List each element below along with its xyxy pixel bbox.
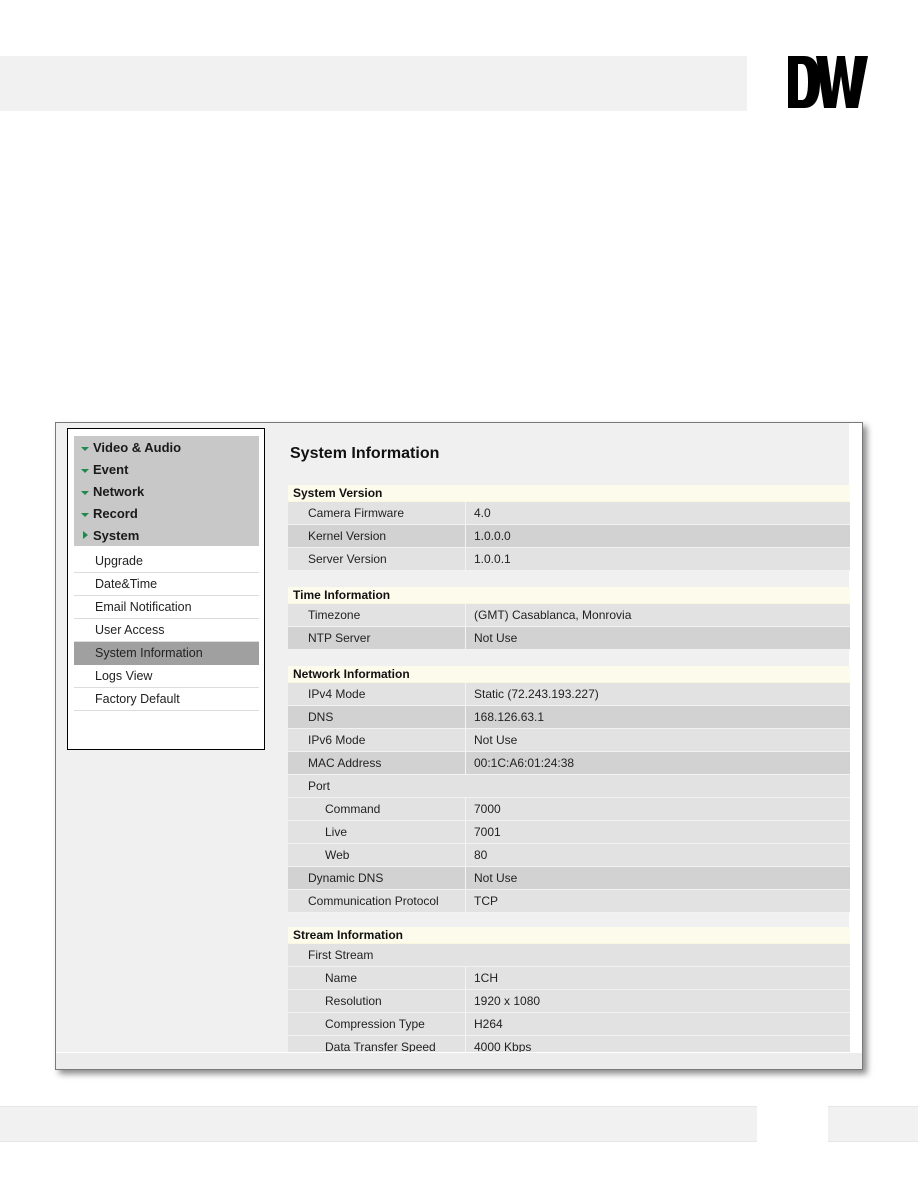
row-key: NTP Server	[288, 627, 466, 649]
submenu-item-user-access[interactable]: User Access	[74, 619, 259, 642]
row-value: 1CH	[474, 971, 499, 985]
header-band	[0, 56, 747, 111]
footer-band-right	[828, 1106, 918, 1142]
section-header: System Version	[288, 485, 850, 502]
row-value: TCP	[474, 894, 498, 908]
menu-group-record[interactable]: Record	[74, 502, 259, 524]
info-row: IPv4 Mode Static (72.243.193.227)	[288, 683, 850, 706]
info-row: Camera Firmware 4.0	[288, 502, 850, 525]
menu-group-network[interactable]: Network	[74, 480, 259, 502]
time-information-section: Time Information Timezone (GMT) Casablanc…	[288, 587, 850, 650]
submenu-item-email-notification[interactable]: Email Notification	[74, 596, 259, 619]
row-key: MAC Address	[288, 752, 466, 774]
row-key: IPv4 Mode	[288, 683, 466, 705]
row-key: Command	[288, 798, 466, 820]
system-submenu: Upgrade Date&Time Email Notification Use…	[74, 550, 259, 711]
info-row: Communication Protocol TCP	[288, 890, 850, 913]
row-value: Static (72.243.193.227)	[474, 687, 599, 701]
info-row: Server Version 1.0.0.1	[288, 548, 850, 571]
section-header: Stream Information	[288, 927, 850, 944]
stream-information-section: Stream Information First Stream Name 1CH …	[288, 927, 850, 1059]
row-value: Not Use	[474, 733, 518, 747]
submenu-item-date-time[interactable]: Date&Time	[74, 573, 259, 596]
info-row: Compression Type H264	[288, 1013, 850, 1036]
row-value: 00:1C:A6:01:24:38	[474, 756, 575, 770]
info-row: Live 7001	[288, 821, 850, 844]
row-key: Timezone	[288, 604, 466, 626]
sidebar-menu: Video & Audio Event Network Record Syste…	[67, 428, 265, 750]
row-key: Port	[308, 779, 331, 793]
menu-group-label: System	[93, 527, 140, 543]
submenu-item-system-information[interactable]: System Information	[74, 642, 259, 665]
row-key: Web	[288, 844, 466, 866]
triangle-down-icon	[77, 443, 93, 451]
network-information-section: Network Information IPv4 Mode Static (72.…	[288, 666, 850, 913]
row-value: 7000	[474, 802, 501, 816]
row-value: 1920 x 1080	[474, 994, 541, 1008]
info-row: DNS 168.126.63.1	[288, 706, 850, 729]
menu-group-label: Event	[93, 461, 129, 477]
info-row: Command 7000	[288, 798, 850, 821]
menu-group-label: Network	[93, 483, 145, 499]
frame-bottom-strip	[56, 1052, 862, 1069]
info-row: MAC Address 00:1C:A6:01:24:38	[288, 752, 850, 775]
info-row: Kernel Version 1.0.0.0	[288, 525, 850, 548]
triangle-right-icon	[77, 531, 93, 539]
row-key: Communication Protocol	[288, 890, 466, 912]
submenu-item-logs-view[interactable]: Logs View	[74, 665, 259, 688]
row-key: First Stream	[308, 948, 374, 962]
row-key: Camera Firmware	[288, 502, 466, 524]
frame-right-margin	[849, 423, 862, 1053]
row-value: (GMT) Casablanca, Monrovia	[474, 608, 632, 622]
section-header: Time Information	[288, 587, 850, 604]
info-row: NTP Server Not Use	[288, 627, 850, 650]
info-row: Resolution 1920 x 1080	[288, 990, 850, 1013]
row-value: 7001	[474, 825, 501, 839]
dw-logo	[788, 56, 868, 108]
info-row-group: First Stream	[288, 944, 850, 967]
row-key: Server Version	[288, 548, 466, 570]
info-row-group: Port	[288, 775, 850, 798]
screenshot-frame: Video & Audio Event Network Record Syste…	[55, 422, 863, 1070]
menu-group-event[interactable]: Event	[74, 458, 259, 480]
submenu-item-upgrade[interactable]: Upgrade	[74, 550, 259, 573]
row-key: Live	[288, 821, 466, 843]
page-title: System Information	[290, 445, 440, 462]
info-row: Timezone (GMT) Casablanca, Monrovia	[288, 604, 850, 627]
row-value: Not Use	[474, 631, 518, 645]
row-key: Kernel Version	[288, 525, 466, 547]
menu-groups: Video & Audio Event Network Record Syste…	[74, 436, 259, 546]
menu-group-label: Video & Audio	[93, 439, 182, 455]
triangle-down-icon	[77, 487, 93, 495]
row-value: 168.126.63.1	[474, 710, 545, 724]
menu-group-system[interactable]: System	[74, 524, 259, 546]
row-key: IPv6 Mode	[288, 729, 466, 751]
section-header: Network Information	[288, 666, 850, 683]
row-key: Name	[288, 967, 466, 989]
info-row: Name 1CH	[288, 967, 850, 990]
row-key: Dynamic DNS	[288, 867, 466, 889]
menu-group-video-audio[interactable]: Video & Audio	[74, 436, 259, 458]
menu-group-label: Record	[93, 505, 138, 521]
row-key: DNS	[288, 706, 466, 728]
info-row: Dynamic DNS Not Use	[288, 867, 850, 890]
system-version-section: System Version Camera Firmware 4.0 Kernel…	[288, 485, 850, 571]
submenu-item-factory-default[interactable]: Factory Default	[74, 688, 259, 711]
row-key: Resolution	[288, 990, 466, 1012]
footer-band	[0, 1106, 757, 1142]
row-value: Not Use	[474, 871, 518, 885]
row-key: Compression Type	[288, 1013, 466, 1035]
row-value: 1.0.0.0	[474, 529, 511, 543]
row-value: 4.0	[474, 506, 491, 520]
info-row: IPv6 Mode Not Use	[288, 729, 850, 752]
row-value: 1.0.0.1	[474, 552, 511, 566]
info-row: Web 80	[288, 844, 850, 867]
triangle-down-icon	[77, 509, 93, 517]
triangle-down-icon	[77, 465, 93, 473]
row-value: 80	[474, 848, 488, 862]
row-value: H264	[474, 1017, 503, 1031]
